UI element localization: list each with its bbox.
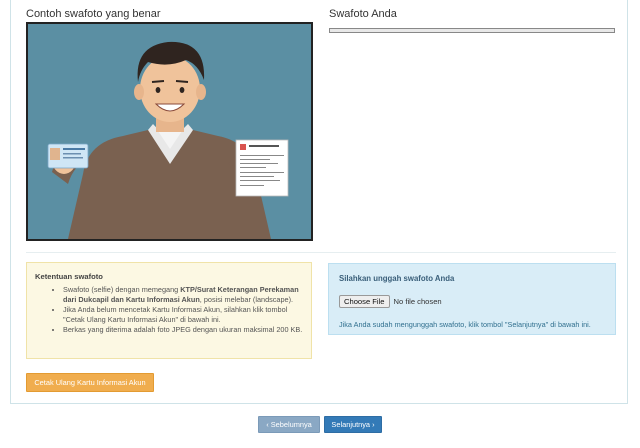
upload-note: Jika Anda sudah mengunggah swafoto, klik… <box>339 320 591 329</box>
no-file-text: No file chosen <box>393 297 442 306</box>
selfie-illustration <box>28 24 311 239</box>
previous-button[interactable]: ‹ Sebelumnya <box>258 416 320 433</box>
example-title: Contoh swafoto yang benar <box>26 8 161 20</box>
next-button[interactable]: Selanjutnya › <box>324 416 382 433</box>
rule-item1-suffix: , posisi melebar (landscape). <box>199 295 294 304</box>
rules-list: Swafoto (selfie) dengan memegang KTP/Sur… <box>35 285 303 335</box>
file-input: Choose File No file chosen <box>339 295 605 308</box>
rule-item: Berkas yang diterima adalah foto JPEG de… <box>63 325 303 335</box>
section-divider <box>26 252 616 253</box>
rule-item: Swafoto (selfie) dengan memegang KTP/Sur… <box>63 285 303 305</box>
example-selfie-image <box>26 22 313 241</box>
rules-title: Ketentuan swafoto <box>35 272 103 281</box>
upload-box: Silahkan unggah swafoto Anda Choose File… <box>328 263 616 335</box>
selfie-rules-box: Ketentuan swafoto Swafoto (selfie) denga… <box>26 262 312 359</box>
choose-file-button[interactable]: Choose File <box>339 295 390 308</box>
print-card-button[interactable]: Cetak Ulang Kartu Informasi Akun <box>26 373 154 392</box>
selfie-preview-placeholder <box>329 28 615 33</box>
rule-item: Jika Anda belum mencetak Kartu Informasi… <box>63 305 303 325</box>
your-selfie-title: Swafoto Anda <box>329 8 397 20</box>
upload-title: Silahkan unggah swafoto Anda <box>339 274 455 283</box>
rule-item1-prefix: Swafoto (selfie) dengan memegang <box>63 285 181 294</box>
